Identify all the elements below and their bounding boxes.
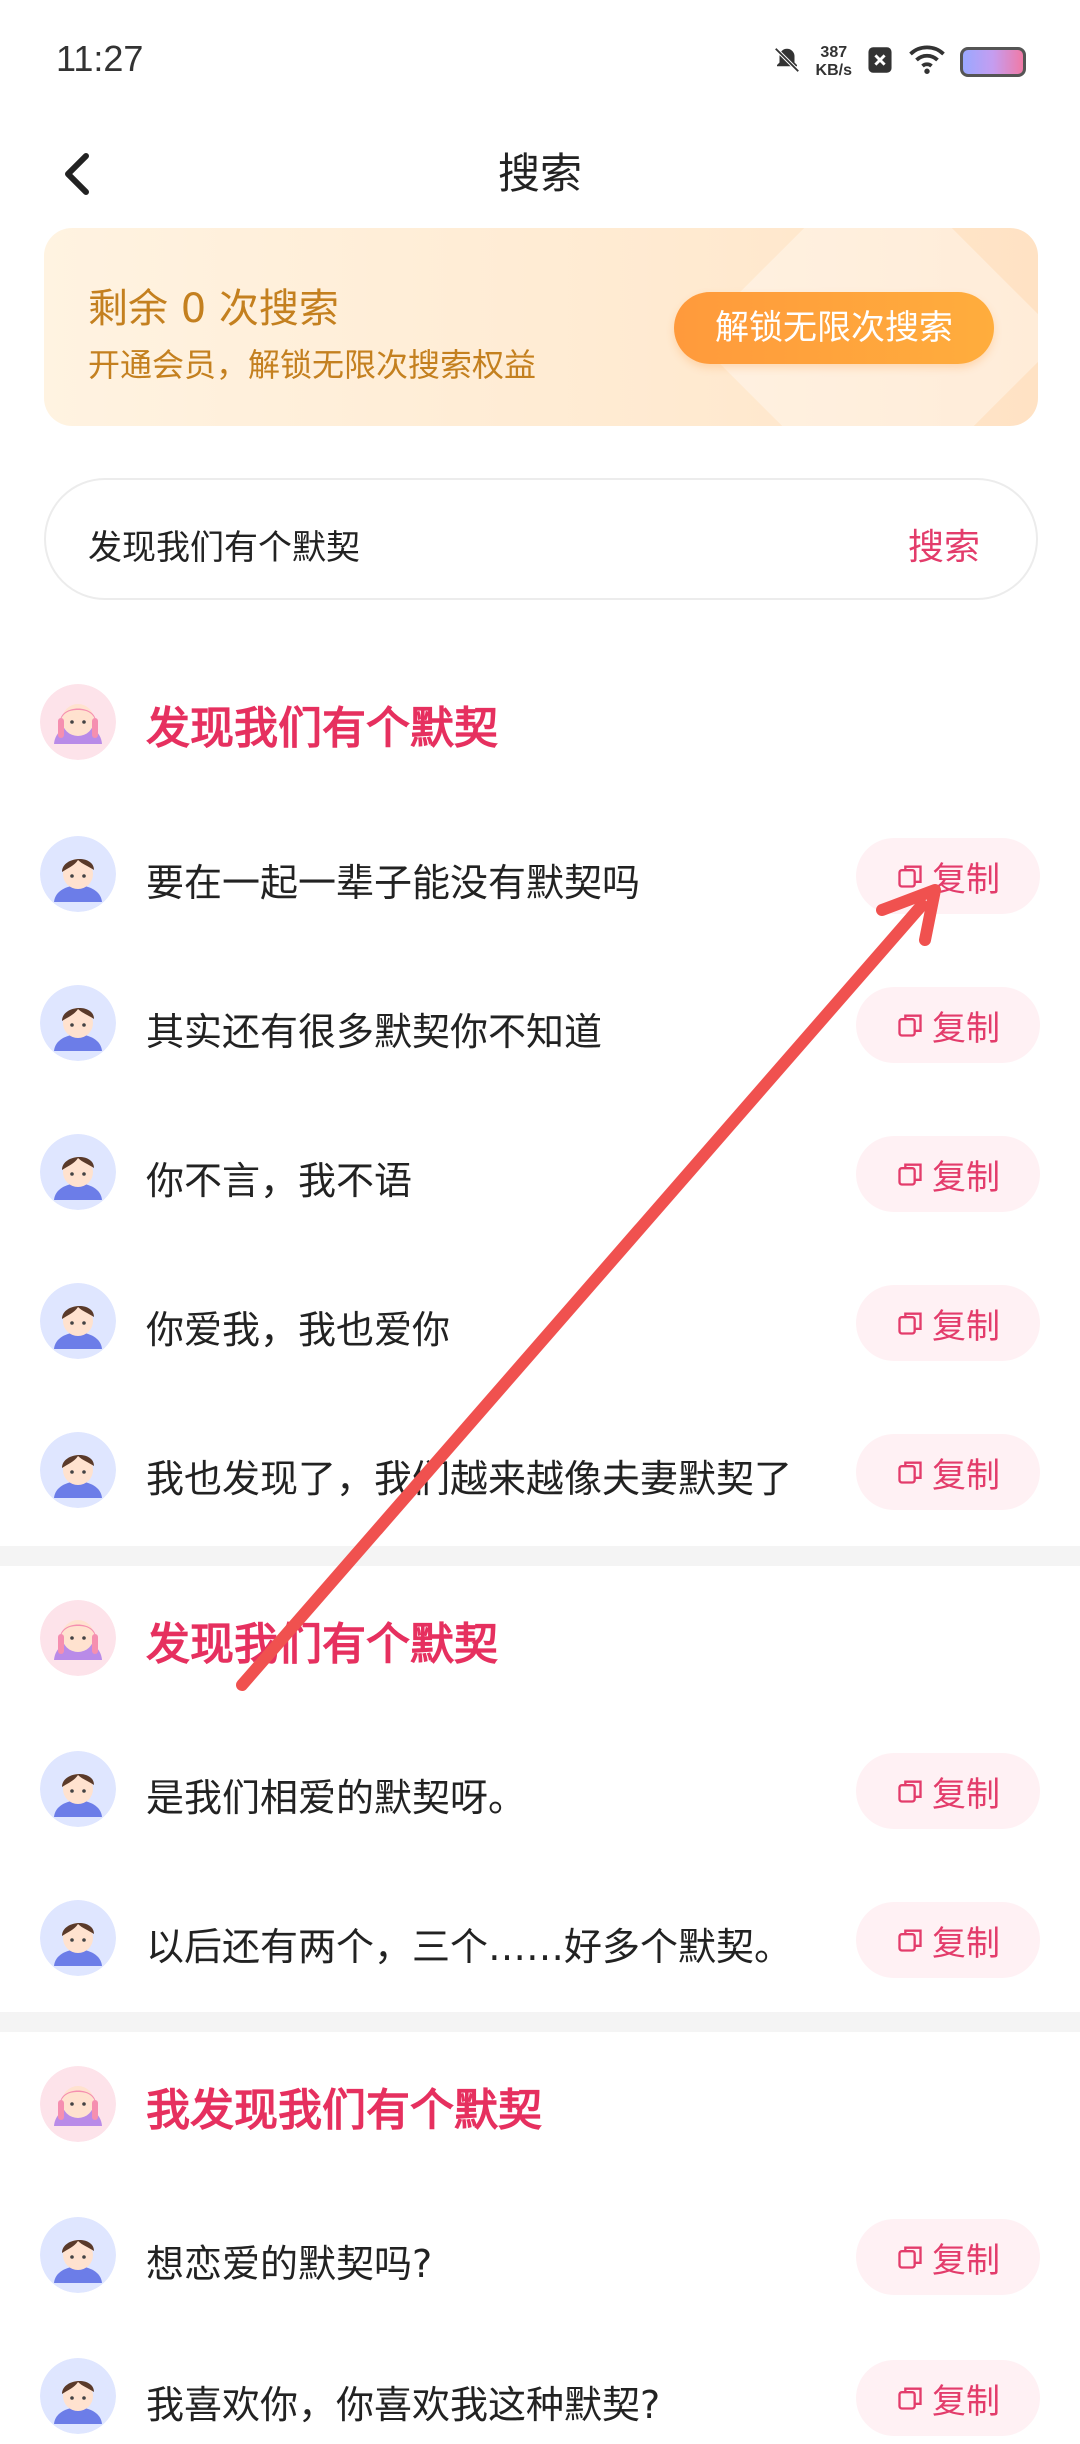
result-text: 我也发现了，我们越来越像夫妻默契了 — [146, 1457, 793, 1501]
net-speed: 387 KB/s — [816, 44, 852, 80]
copy-icon — [898, 1312, 922, 1335]
boy-avatar — [40, 1283, 116, 1359]
copy-icon — [898, 1014, 922, 1037]
wifi-icon — [908, 45, 946, 79]
copy-icon — [898, 1929, 922, 1952]
copy-label: 复制 — [932, 1306, 1000, 1347]
boy-avatar — [40, 836, 116, 912]
copy-button[interactable]: 复制 — [856, 1753, 1040, 1829]
copy-button[interactable]: 复制 — [856, 1902, 1040, 1978]
result-row: 以后还有两个，三个……好多个默契。 复制 — [40, 1890, 1040, 1986]
group-title: 发现我们有个默契 — [146, 1619, 498, 1670]
result-row: 我喜欢你，你喜欢我这种默契? 复制 — [40, 2348, 1040, 2444]
copy-label: 复制 — [932, 1774, 1000, 1815]
sim-x-icon — [866, 45, 894, 79]
copy-label: 复制 — [932, 2240, 1000, 2281]
copy-label: 复制 — [932, 1455, 1000, 1496]
girl-avatar — [40, 1600, 116, 1676]
result-text: 其实还有很多默契你不知道 — [146, 1010, 603, 1054]
group-divider — [0, 2012, 1080, 2032]
copy-icon — [898, 1163, 922, 1186]
net-speed-value: 387 — [820, 44, 848, 61]
boy-avatar — [40, 2358, 116, 2434]
copy-label: 复制 — [932, 1157, 1000, 1198]
boy-avatar — [40, 1134, 116, 1210]
result-text: 是我们相爱的默契呀。 — [146, 1776, 527, 1820]
copy-button[interactable]: 复制 — [856, 1136, 1040, 1212]
copy-button[interactable]: 复制 — [856, 1285, 1040, 1361]
result-row: 其实还有很多默契你不知道 复制 — [40, 975, 1040, 1071]
group-divider — [0, 1546, 1080, 1566]
copy-button[interactable]: 复制 — [856, 1434, 1040, 1510]
header: 搜索 — [0, 124, 1080, 228]
status-bar: 11:27 387 KB/s — [0, 0, 1080, 124]
result-text: 要在一起一辈子能没有默契吗 — [146, 861, 641, 905]
result-row: 要在一起一辈子能没有默契吗 复制 — [40, 826, 1040, 922]
search-button[interactable]: 搜索 — [908, 518, 980, 570]
copy-icon — [898, 2246, 922, 2269]
remaining-searches: 剩余 0 次搜索 — [88, 286, 339, 332]
boy-avatar — [40, 1432, 116, 1508]
copy-button[interactable]: 复制 — [856, 2219, 1040, 2295]
result-row: 想恋爱的默契吗? 复制 — [40, 2207, 1040, 2303]
group-title: 发现我们有个默契 — [146, 703, 498, 754]
vip-banner: 剩余 0 次搜索 开通会员，解锁无限次搜索权益 解锁无限次搜索 — [44, 228, 1038, 426]
copy-label: 复制 — [932, 859, 1000, 900]
copy-icon — [898, 1780, 922, 1803]
result-text: 你爱我，我也爱你 — [146, 1308, 451, 1352]
copy-icon — [898, 865, 922, 888]
boy-avatar — [40, 2217, 116, 2293]
girl-avatar — [40, 684, 116, 760]
result-text: 我喜欢你，你喜欢我这种默契? — [146, 2383, 661, 2427]
boy-avatar — [40, 1751, 116, 1827]
copy-button[interactable]: 复制 — [856, 987, 1040, 1063]
result-text: 以后还有两个，三个……好多个默契。 — [146, 1925, 793, 1969]
girl-avatar — [40, 2066, 116, 2142]
boy-avatar — [40, 1900, 116, 1976]
result-row: 你不言，我不语 复制 — [40, 1124, 1040, 1220]
copy-label: 复制 — [932, 2381, 1000, 2422]
battery-icon — [960, 47, 1026, 77]
copy-button[interactable]: 复制 — [856, 2360, 1040, 2436]
copy-button[interactable]: 复制 — [856, 838, 1040, 914]
result-text: 你不言，我不语 — [146, 1159, 413, 1203]
unlock-unlimited-button[interactable]: 解锁无限次搜索 — [674, 292, 994, 364]
copy-icon — [898, 1461, 922, 1484]
result-row: 是我们相爱的默契呀。 复制 — [40, 1741, 1040, 1837]
mute-bell-icon — [772, 45, 802, 79]
status-time: 11:27 — [56, 38, 144, 79]
boy-avatar — [40, 985, 116, 1061]
search-input[interactable]: 发现我们有个默契 — [88, 520, 360, 569]
copy-label: 复制 — [932, 1923, 1000, 1964]
group-title: 我发现我们有个默契 — [146, 2085, 542, 2136]
search-bar: 发现我们有个默契 搜索 — [44, 478, 1038, 600]
result-row: 你爱我，我也爱你 复制 — [40, 1273, 1040, 1369]
page-title: 搜索 — [497, 149, 582, 198]
result-text: 想恋爱的默契吗? — [146, 2242, 433, 2286]
status-icons: 387 KB/s — [772, 40, 1026, 84]
result-row: 我也发现了，我们越来越像夫妻默契了 复制 — [40, 1422, 1040, 1518]
vip-subtitle: 开通会员，解锁无限次搜索权益 — [88, 346, 537, 384]
copy-label: 复制 — [932, 1008, 1000, 1049]
net-speed-unit: KB/s — [815, 62, 852, 79]
